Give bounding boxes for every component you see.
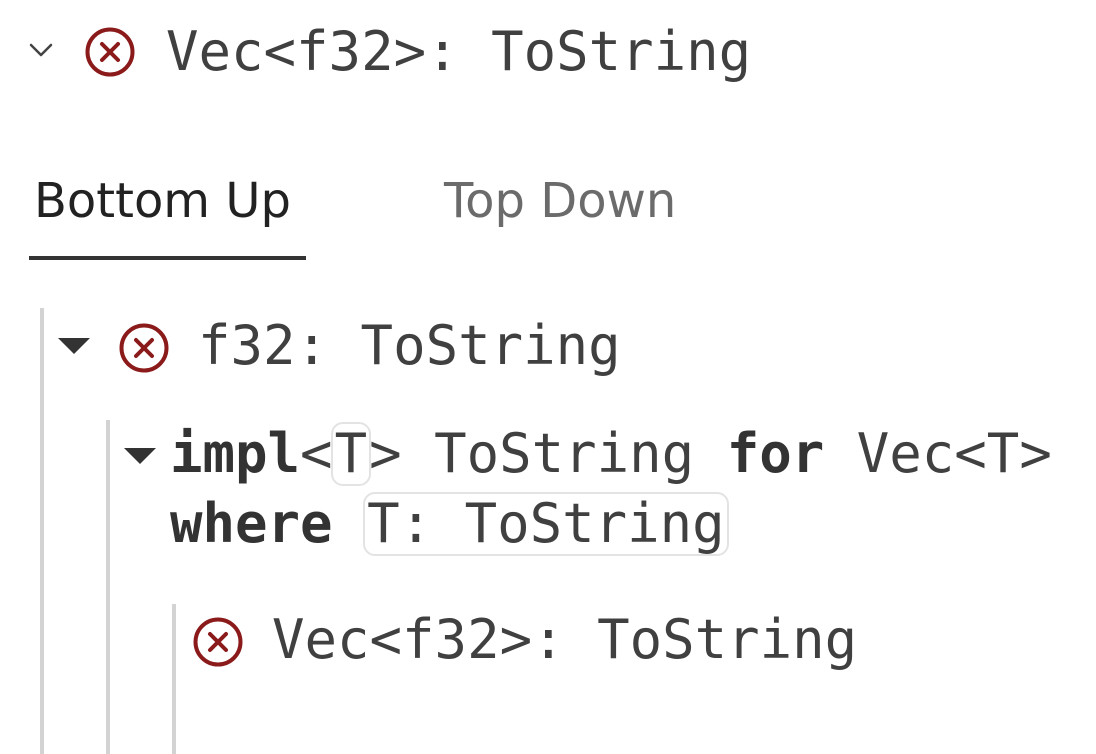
error-circle-icon bbox=[84, 26, 136, 78]
caret-down-icon[interactable] bbox=[124, 448, 156, 464]
chevron-down-icon[interactable] bbox=[26, 36, 56, 66]
tree-guide-line bbox=[172, 604, 176, 754]
type-param-highlight[interactable]: T bbox=[330, 422, 372, 486]
goal-title: Vec<f32>: ToString bbox=[166, 20, 752, 83]
error-circle-icon bbox=[192, 616, 244, 668]
tree-node-label[interactable]: f32: ToString bbox=[198, 312, 621, 380]
tree-guide-line bbox=[40, 308, 44, 754]
tree-node-label[interactable]: Vec<f32>: ToString bbox=[272, 606, 857, 674]
goal-header: Vec<f32>: ToString bbox=[0, 0, 1096, 110]
tab-bottom-up[interactable]: Bottom Up bbox=[34, 170, 291, 232]
impl-header[interactable]: impl<T> ToString for Vec<T> bbox=[170, 420, 1052, 488]
where-keyword: where bbox=[170, 492, 333, 555]
impl-trait-text: > ToString bbox=[369, 422, 727, 485]
impl-target-type: Vec<T> bbox=[824, 422, 1052, 485]
for-keyword: for bbox=[726, 422, 825, 485]
tab-top-down[interactable]: Top Down bbox=[444, 170, 676, 232]
error-circle-icon bbox=[118, 322, 170, 374]
impl-where-clause: where T: ToString bbox=[170, 490, 729, 558]
generic-open: < bbox=[300, 422, 333, 485]
tree-guide-line bbox=[106, 420, 110, 754]
where-bound-highlight[interactable]: T: ToString bbox=[363, 492, 729, 556]
impl-keyword: impl bbox=[170, 422, 301, 485]
active-tab-indicator bbox=[29, 256, 306, 260]
caret-down-icon[interactable] bbox=[58, 338, 90, 354]
